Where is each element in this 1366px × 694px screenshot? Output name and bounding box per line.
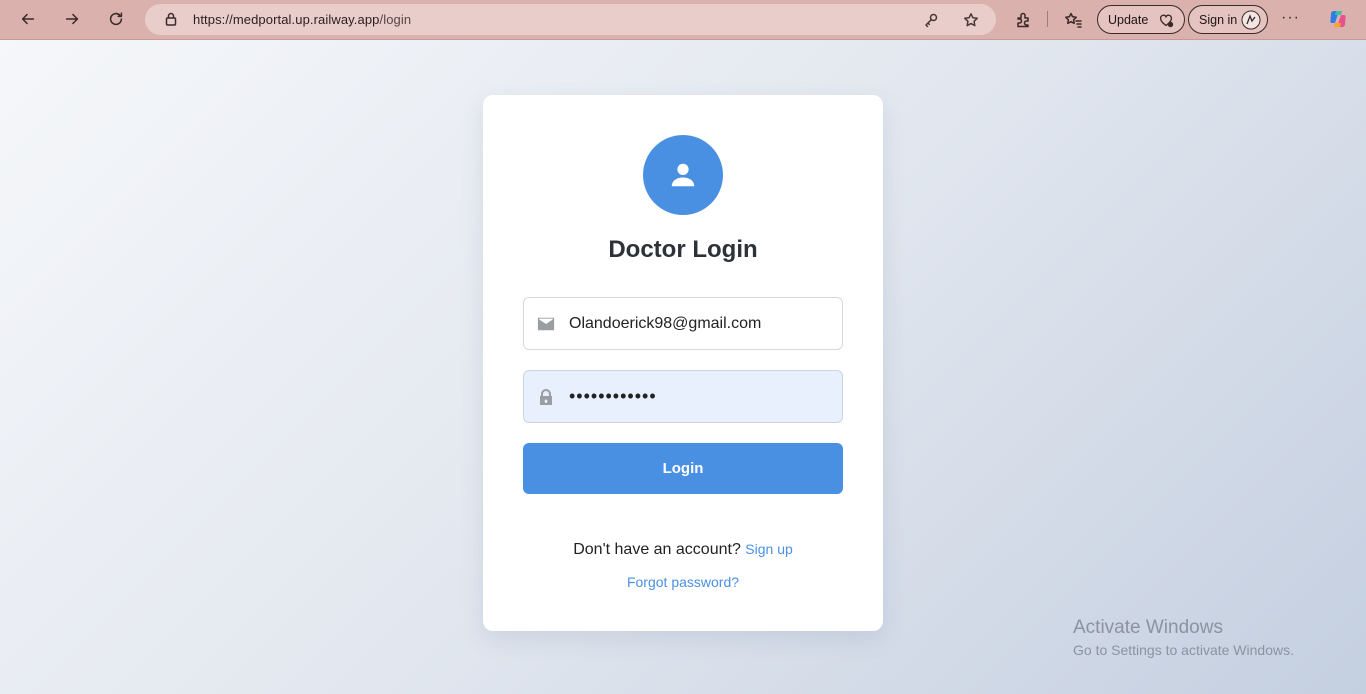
password-input[interactable] xyxy=(569,371,834,422)
update-label: Update xyxy=(1108,12,1149,27)
copilot-icon[interactable] xyxy=(1327,8,1349,30)
forgot-password-row: Forgot password? xyxy=(483,574,883,590)
page-background: Doctor Login Login Don't have an account… xyxy=(0,40,1366,694)
login-button[interactable]: Login xyxy=(523,443,843,494)
activate-windows-subtitle: Go to Settings to activate Windows. xyxy=(1073,642,1294,658)
lock-icon xyxy=(163,11,179,27)
refresh-button[interactable] xyxy=(100,3,132,35)
email-input[interactable] xyxy=(569,298,834,349)
forgot-password-link[interactable]: Forgot password? xyxy=(627,574,739,590)
toolbar-separator xyxy=(1047,11,1048,27)
favorites-icon[interactable] xyxy=(1061,8,1085,32)
favorite-star-icon[interactable] xyxy=(961,10,981,30)
page-title: Doctor Login xyxy=(608,236,758,263)
login-card: Doctor Login Login Don't have an account… xyxy=(483,95,883,631)
refresh-icon xyxy=(109,12,123,26)
doctor-avatar xyxy=(643,135,723,215)
url-path: /login xyxy=(379,12,412,27)
signup-prompt: Don't have an account? Sign up xyxy=(483,541,883,559)
password-field[interactable] xyxy=(523,370,843,423)
url-text: https://medportal.up.railway.app/login xyxy=(193,12,411,27)
user-icon xyxy=(671,163,695,187)
update-heart-icon xyxy=(1156,10,1176,30)
extensions-icon[interactable] xyxy=(1012,8,1036,32)
address-bar[interactable]: https://medportal.up.railway.app/login xyxy=(145,4,996,35)
url-host: https://medportal.up.railway.app xyxy=(193,12,380,27)
more-options-icon[interactable]: ··· xyxy=(1281,9,1300,27)
email-field[interactable] xyxy=(523,297,843,350)
no-account-text: Don't have an account? xyxy=(573,541,741,558)
back-arrow-icon xyxy=(21,13,35,25)
browser-toolbar: https://medportal.up.railway.app/login U… xyxy=(0,0,1366,40)
mail-icon xyxy=(536,315,556,333)
update-button[interactable]: Update xyxy=(1097,5,1185,34)
activate-windows-watermark: Activate Windows Go to Settings to activ… xyxy=(1073,617,1294,658)
password-key-icon[interactable] xyxy=(921,10,941,30)
back-button[interactable] xyxy=(12,3,44,35)
forward-arrow-icon xyxy=(65,13,79,25)
forward-button[interactable] xyxy=(56,3,88,35)
profile-avatar-icon xyxy=(1241,10,1261,30)
signin-label: Sign in xyxy=(1199,12,1238,27)
activate-windows-title: Activate Windows xyxy=(1073,617,1223,638)
signin-button[interactable]: Sign in xyxy=(1188,5,1268,34)
signup-link[interactable]: Sign up xyxy=(745,541,792,557)
lock-icon xyxy=(536,388,556,406)
